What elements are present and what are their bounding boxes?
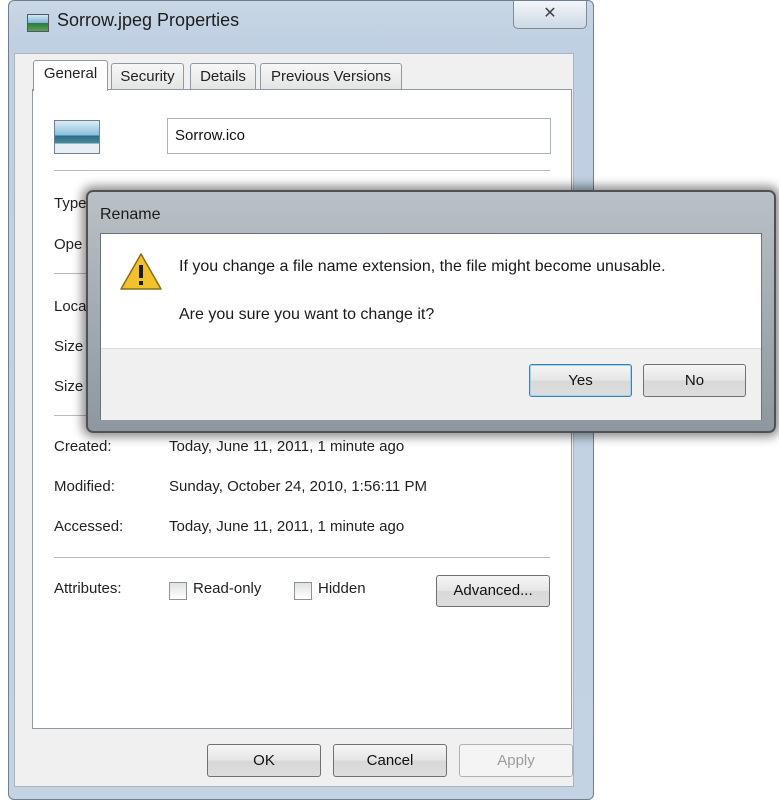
tab-security[interactable]: Security (111, 63, 184, 90)
cancel-button[interactable]: Cancel (333, 744, 447, 777)
modified-value: Sunday, October 24, 2010, 1:56:11 PM (169, 478, 427, 495)
created-label: Created: (54, 438, 112, 455)
image-file-icon (27, 14, 49, 32)
read-only-label[interactable]: Read-only (193, 580, 261, 597)
rename-dialog: Rename If you change a file name extensi… (86, 190, 776, 433)
location-label: Loca (54, 298, 87, 315)
read-only-checkbox[interactable] (169, 582, 187, 600)
rename-dialog-title: Rename (100, 206, 161, 223)
warning-icon (120, 253, 162, 290)
opens-with-label: Ope (54, 236, 83, 253)
tab-general[interactable]: General (33, 60, 108, 91)
rename-dialog-body: If you change a file name extension, the… (100, 233, 762, 420)
ok-button[interactable]: OK (207, 744, 321, 777)
modified-label: Modified: (54, 478, 115, 495)
rename-dialog-footer: Yes No (101, 348, 761, 420)
yes-button[interactable]: Yes (529, 364, 632, 397)
created-value: Today, June 11, 2011, 1 minute ago (169, 438, 405, 455)
tab-previous-versions[interactable]: Previous Versions (260, 63, 402, 90)
accessed-label: Accessed: (54, 518, 124, 535)
window-title: Sorrow.jpeg Properties (57, 10, 240, 30)
separator (54, 170, 550, 172)
apply-button[interactable]: Apply (459, 744, 573, 777)
file-thumbnail-icon (54, 120, 100, 154)
tab-details[interactable]: Details (190, 63, 256, 90)
separator (54, 557, 550, 559)
type-label: Type (54, 195, 87, 212)
warning-message: If you change a file name extension, the… (179, 258, 666, 275)
size-label: Size (54, 338, 84, 355)
size-on-disk-label: Size (54, 378, 84, 395)
confirmation-question: Are you sure you want to change it? (179, 306, 435, 323)
no-button[interactable]: No (643, 364, 746, 397)
file-name-field[interactable]: Sorrow.ico (167, 118, 551, 154)
attributes-label: Attributes: (54, 580, 122, 597)
hidden-label[interactable]: Hidden (318, 580, 366, 597)
close-button[interactable]: ✕ (513, 1, 587, 29)
advanced-button[interactable]: Advanced... (436, 575, 550, 607)
accessed-value: Today, June 11, 2011, 1 minute ago (169, 518, 405, 535)
hidden-checkbox[interactable] (294, 582, 312, 600)
